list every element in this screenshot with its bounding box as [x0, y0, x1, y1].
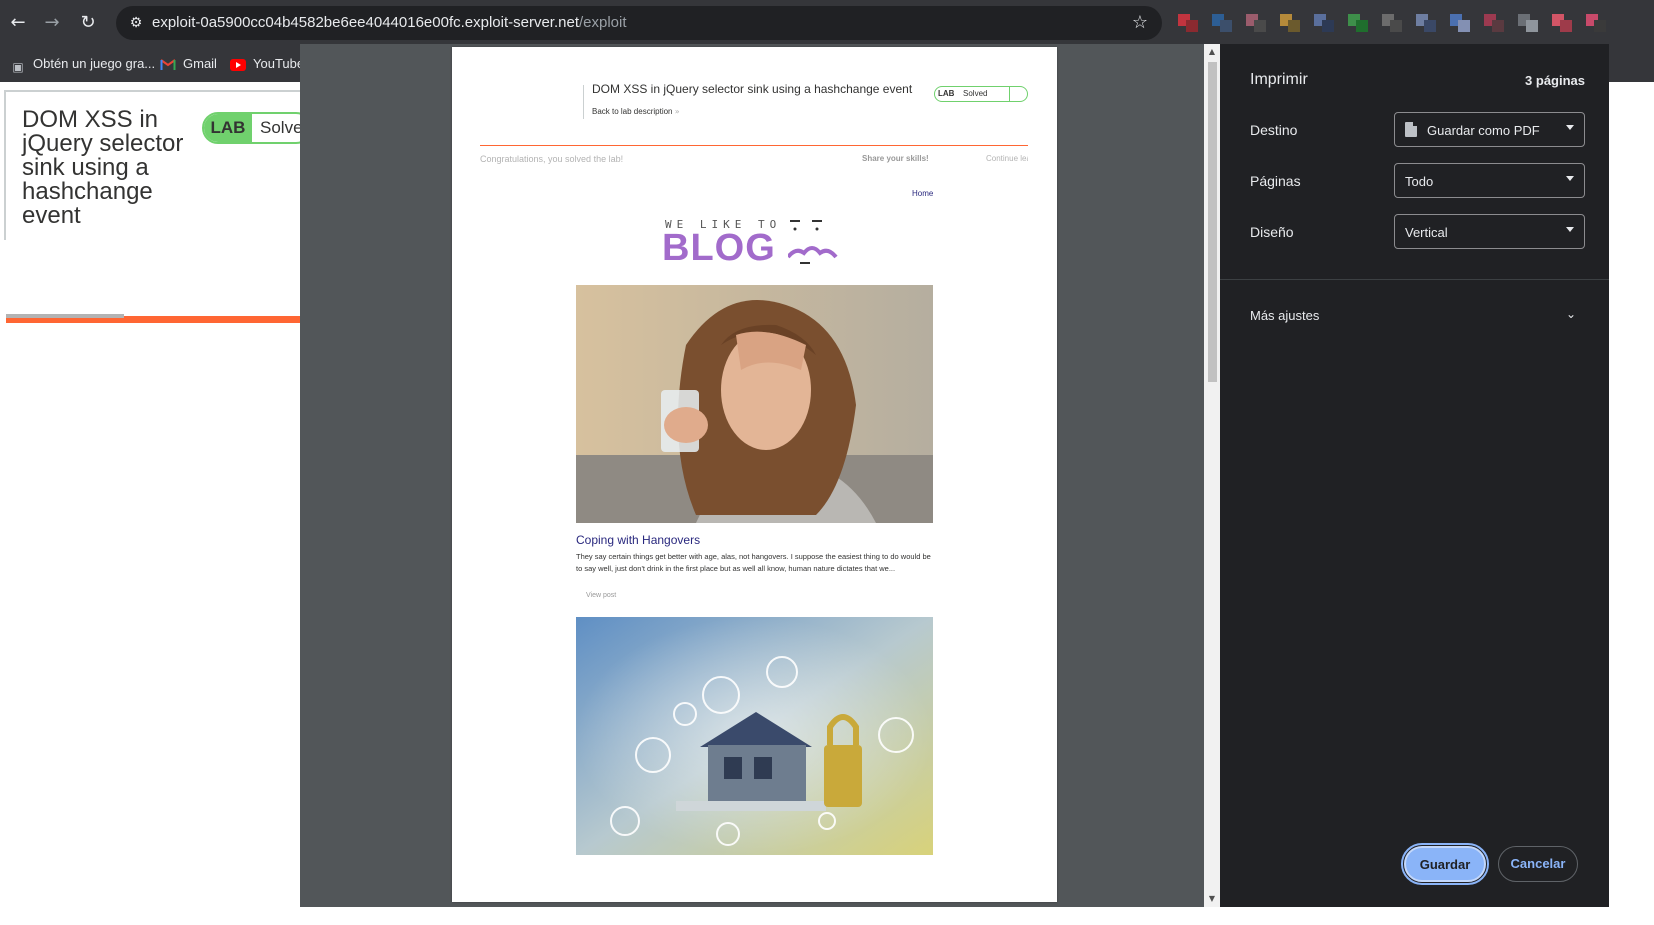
scrollbar-thumb[interactable]: [1208, 62, 1217, 382]
forward-arrow-icon[interactable]: →: [40, 11, 64, 35]
extension-icon[interactable]: [1176, 10, 1200, 36]
background-page-right: [1609, 82, 1654, 925]
continue-learning-text: Continue learning: [986, 154, 1028, 163]
lab-label: LAB: [204, 114, 252, 142]
preview-lab-status-badge: LAB Solved: [934, 86, 1028, 102]
more-settings-toggle[interactable]: Más ajustes: [1250, 308, 1319, 323]
extension-icon[interactable]: [1244, 10, 1268, 36]
pdf-document-icon: [1405, 122, 1417, 137]
double-chevron-icon: »: [674, 107, 680, 116]
cancel-button[interactable]: Cancelar: [1498, 846, 1578, 882]
home-link: Home: [912, 189, 934, 198]
extension-icon[interactable]: [1448, 10, 1472, 36]
destination-select[interactable]: Guardar como PDF: [1394, 112, 1585, 147]
gmail-icon: [160, 59, 176, 75]
chevron-down-icon: [1566, 227, 1574, 232]
blog-logo-face-icon: [788, 220, 838, 264]
background-page-bottom: [300, 907, 1609, 925]
address-bar[interactable]: ⚙ exploit-0a5900cc04b4582be6ee4044016e00…: [116, 6, 1162, 40]
background-grey-bar: [6, 314, 124, 318]
post-excerpt: They say certain things get better with …: [576, 552, 931, 573]
extension-icon[interactable]: [1414, 10, 1438, 36]
view-post-button: View post: [586, 592, 617, 599]
post-image-hangover: [576, 285, 933, 523]
share-skills-text: Share your skills!: [862, 154, 929, 163]
layout-label: Diseño: [1250, 224, 1294, 240]
back-to-lab-link: Back to lab description »: [592, 107, 680, 116]
extension-icon[interactable]: [1550, 10, 1574, 36]
chevron-down-icon: [1566, 176, 1574, 181]
layout-value: Vertical: [1405, 225, 1448, 240]
destination-value: Guardar como PDF: [1427, 123, 1540, 138]
star-icon[interactable]: ☆: [1128, 11, 1152, 35]
background-page: DOM XSS in jQuery selector sink using a …: [0, 82, 312, 925]
header-divider: [583, 85, 584, 119]
badge-end-segment: [1009, 87, 1027, 101]
destination-label: Destino: [1250, 122, 1298, 138]
save-button[interactable]: Guardar: [1401, 843, 1489, 885]
url-text[interactable]: exploit-0a5900cc04b4582be6ee4044016e00fc…: [152, 14, 627, 31]
extension-icon[interactable]: [1210, 10, 1234, 36]
layout-select[interactable]: Vertical: [1394, 214, 1585, 249]
background-lab-title: DOM XSS in jQuery selector sink using a …: [22, 106, 184, 229]
preview-lab-label: LAB: [938, 89, 955, 98]
post-image-smart-home: [576, 617, 933, 855]
scroll-down-icon[interactable]: ▼: [1204, 891, 1220, 907]
preview-lab-status: Solved: [963, 89, 988, 98]
extension-icon[interactable]: [1278, 10, 1302, 36]
pages-label: Páginas: [1250, 173, 1301, 189]
post-title: Coping with Hangovers: [576, 533, 701, 547]
pages-select[interactable]: Todo: [1394, 163, 1585, 198]
browser-toolbar: ← → ↻ ⚙ exploit-0a5900cc04b4582be6ee4044…: [0, 0, 1654, 46]
pages-value: Todo: [1405, 174, 1434, 189]
youtube-icon: [230, 59, 246, 75]
blog-logo-text: BLOG: [662, 227, 776, 269]
bookmark-gmail[interactable]: Gmail: [160, 54, 217, 74]
page-count: 3 páginas: [1525, 73, 1585, 88]
extension-icon[interactable]: [1312, 10, 1336, 36]
game-icon: ▣: [12, 60, 24, 74]
extension-icon[interactable]: [1516, 10, 1540, 36]
preview-page: DOM XSS in jQuery selector sink using a …: [452, 47, 1057, 902]
congrats-text: Congratulations, you solved the lab!: [480, 154, 624, 164]
extension-icon[interactable]: [1482, 10, 1506, 36]
bookmark-game[interactable]: ▣ Obtén un juego gra...: [10, 54, 155, 74]
site-settings-icon[interactable]: ⚙: [124, 11, 148, 35]
reload-icon[interactable]: ↻: [76, 11, 100, 35]
back-arrow-icon[interactable]: ←: [6, 11, 30, 35]
preview-scrollbar[interactable]: ▲ ▼: [1204, 44, 1220, 907]
print-title: Imprimir: [1250, 71, 1308, 88]
extension-icon[interactable]: [1584, 10, 1608, 36]
preview-lab-title: DOM XSS in jQuery selector sink using a …: [592, 82, 913, 96]
chevron-down-icon: [1566, 125, 1574, 130]
expand-chevron-icon[interactable]: ⌄: [1563, 306, 1579, 322]
settings-divider: [1220, 279, 1609, 280]
extension-icon[interactable]: [1346, 10, 1370, 36]
print-settings-panel: Imprimir 3 páginas Destino Guardar como …: [1220, 44, 1609, 907]
extension-icon[interactable]: [1380, 10, 1404, 36]
scroll-up-icon[interactable]: ▲: [1204, 44, 1220, 60]
bookmark-youtube[interactable]: YouTube: [230, 54, 304, 74]
preview-orange-divider: [480, 145, 1028, 146]
background-lab-status-badge: LAB Solved: [202, 112, 312, 144]
